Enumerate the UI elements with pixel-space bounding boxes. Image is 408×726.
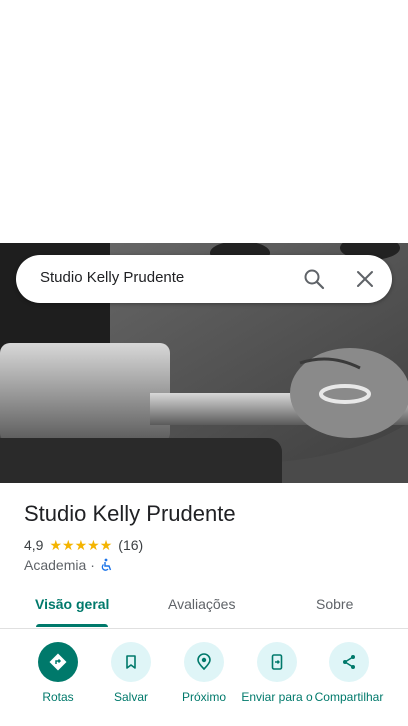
star-icon: ★ — [99, 537, 113, 553]
bookmark-icon — [111, 642, 151, 682]
share-label: Compartilhar — [314, 690, 384, 704]
place-title: Studio Kelly Prudente — [24, 501, 236, 526]
share-icon — [329, 642, 369, 682]
rating-row[interactable]: 4,9 ★ ★ ★ ★ ★ (16) — [24, 537, 143, 553]
star-icon: ★ — [87, 537, 100, 553]
photo-bottom-overlay — [0, 438, 282, 483]
place-category: Academia — [24, 557, 87, 573]
active-tab-indicator — [36, 624, 108, 627]
category-row: Academia · — [24, 557, 113, 573]
directions-button[interactable]: Rotas — [20, 642, 96, 704]
star-icon: ★ — [74, 537, 88, 553]
separator-dot: · — [90, 557, 95, 573]
nearby-label: Próximo — [181, 690, 226, 704]
rating-value: 4,9 — [24, 537, 44, 553]
star-icon: ★ — [49, 537, 63, 553]
wheelchair-accessible-icon — [99, 558, 113, 572]
nearby-button[interactable]: Próximo — [166, 642, 242, 704]
directions-label: Rotas — [42, 690, 74, 704]
save-button[interactable]: Salvar — [93, 642, 169, 704]
star-icon: ★ — [62, 537, 75, 553]
share-button[interactable]: Compartilhar — [311, 642, 387, 704]
review-count[interactable]: (16) — [118, 537, 143, 553]
maps-place-page: Studio Kelly Prudente Studio Kelly Prude… — [0, 0, 408, 726]
save-label: Salvar — [113, 690, 148, 704]
place-tabs: Visão geral Avaliações Sobre — [0, 584, 408, 629]
nearby-icon — [184, 642, 224, 682]
search-icon[interactable] — [302, 267, 326, 291]
close-icon[interactable] — [353, 267, 377, 291]
search-input[interactable]: Studio Kelly Prudente — [40, 269, 184, 286]
send-to-phone-button[interactable]: Enviar para o — [239, 642, 315, 704]
star-rating: ★ ★ ★ ★ ★ — [49, 538, 112, 552]
send-to-phone-icon — [257, 642, 297, 682]
directions-icon — [38, 642, 78, 682]
tab-reviews[interactable]: Avaliações — [168, 596, 235, 612]
tab-about[interactable]: Sobre — [316, 596, 353, 612]
search-bar[interactable]: Studio Kelly Prudente — [16, 255, 392, 303]
send-to-phone-label: Enviar para o — [241, 690, 313, 704]
tab-overview[interactable]: Visão geral — [35, 596, 109, 612]
